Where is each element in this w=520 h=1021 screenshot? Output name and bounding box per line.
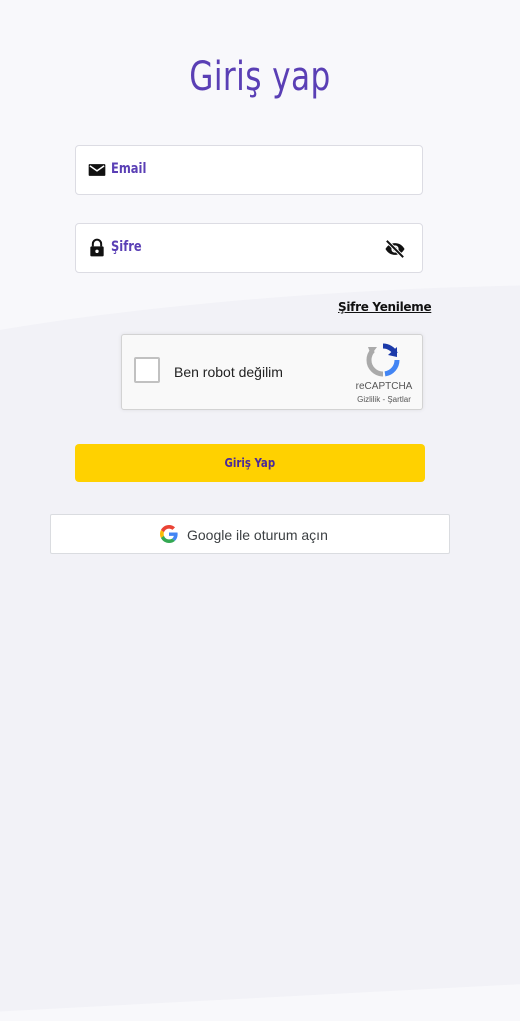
google-button-label: Google ile oturum açın — [187, 527, 328, 543]
google-icon — [160, 525, 178, 543]
login-button[interactable]: Giriş Yap — [75, 444, 425, 482]
mail-icon — [88, 164, 106, 176]
lock-icon — [90, 238, 104, 257]
page-title: Giriş yap — [189, 54, 331, 100]
privacy-link[interactable]: Gizlilik — [357, 395, 380, 404]
eye-off-icon[interactable] — [384, 239, 406, 259]
recaptcha-widget: Ben robot değilim reCAPTCHA Gizlilik - Ş… — [121, 334, 423, 410]
captcha-checkbox[interactable] — [134, 357, 160, 383]
password-field[interactable]: Şifre — [75, 223, 423, 273]
links-separator: - — [382, 395, 386, 404]
captcha-label: Ben robot değilim — [174, 364, 283, 380]
password-input[interactable] — [110, 232, 354, 266]
login-button-label: Giriş Yap — [224, 456, 276, 470]
forgot-password-link[interactable]: Şifre Yenileme — [338, 300, 432, 314]
recaptcha-icon — [366, 343, 400, 377]
email-input[interactable] — [110, 154, 384, 188]
email-field[interactable]: Email — [75, 145, 423, 195]
google-signin-button[interactable]: Google ile oturum açın — [50, 514, 450, 554]
recaptcha-brand: reCAPTCHA — [355, 381, 413, 392]
recaptcha-links: Gizlilik - Şartlar — [352, 395, 416, 404]
terms-link[interactable]: Şartlar — [387, 395, 411, 404]
